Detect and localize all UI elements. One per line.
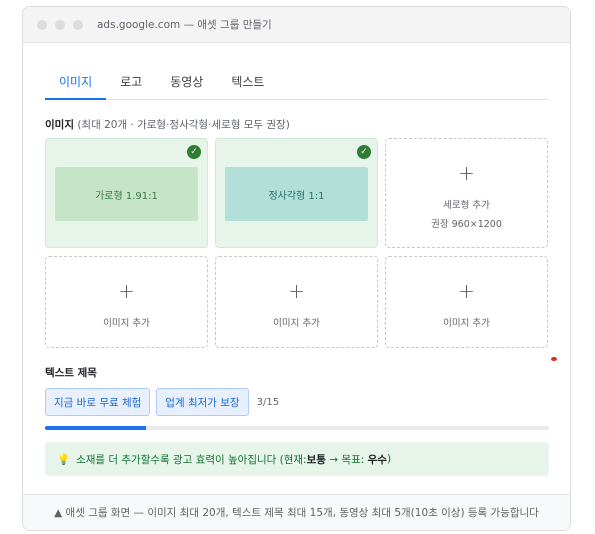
tip-suffix: ) xyxy=(386,453,392,465)
ad-strength-tip: 💡 소재를 더 추가할수록 광고 효력이 높아집니다 (현재: 보통 → 목표:… xyxy=(45,442,549,476)
footer-note: ▲ 애셋 그룹 화면 — 이미지 최대 20개, 텍스트 제목 최대 15개, … xyxy=(23,494,570,530)
add-portrait-recommendation: 권장 960×1200 xyxy=(431,219,502,230)
tab-logo[interactable]: 로고 xyxy=(106,67,156,100)
check-icon: ✓ xyxy=(187,145,201,159)
images-section-label: 이미지 (최대 20개 · 가로형·정사각형·세로형 모두 권장) xyxy=(45,117,290,132)
check-icon: ✓ xyxy=(357,145,371,159)
images-label-note: (최대 20개 · 가로형·정사각형·세로형 모두 권장) xyxy=(77,119,290,131)
image-tile-square[interactable]: ✓ 정사각형 1:1 xyxy=(215,138,378,248)
tab-images[interactable]: 이미지 xyxy=(45,67,107,100)
add-image-button[interactable]: + 이미지 추가 xyxy=(45,256,208,348)
text-title-progress-bar xyxy=(45,426,549,430)
image-thumbnail-landscape: 가로형 1.91:1 xyxy=(55,167,198,221)
plus-icon: + xyxy=(288,279,305,303)
browser-window: ads.google.com — 애셋 그룹 만들기 이미지 로고 동영상 텍스… xyxy=(22,6,571,531)
text-titles-label: 텍스트 제목 xyxy=(45,367,97,379)
text-title-chip[interactable]: 업계 최저가 보장 xyxy=(156,388,249,416)
tip-current-strength: 보통 xyxy=(306,453,326,466)
title-bar: ads.google.com — 애셋 그룹 만들기 xyxy=(23,7,570,43)
window-close-dot[interactable] xyxy=(37,19,47,30)
add-image-label: 이미지 추가 xyxy=(103,318,150,329)
lightbulb-icon: 💡 xyxy=(57,453,71,466)
plus-icon: + xyxy=(118,279,135,303)
add-image-button[interactable]: + 이미지 추가 xyxy=(385,256,548,348)
red-marker-dot xyxy=(551,357,557,361)
text-title-counter: 3/15 xyxy=(256,396,280,408)
add-image-label: 이미지 추가 xyxy=(443,318,490,329)
window-minimize-dot[interactable] xyxy=(55,19,65,30)
tab-text[interactable]: 텍스트 xyxy=(217,67,278,100)
image-tile-landscape[interactable]: ✓ 가로형 1.91:1 xyxy=(45,138,208,248)
image-thumbnail-square: 정사각형 1:1 xyxy=(225,167,368,221)
text-title-chips: 지금 바로 무료 체험 업계 최저가 보장 3/15 xyxy=(45,388,279,416)
add-portrait-button[interactable]: + 세로형 추가 권장 960×1200 xyxy=(385,138,548,248)
window-maximize-dot[interactable] xyxy=(73,19,83,30)
tab-bar: 이미지 로고 동영상 텍스트 xyxy=(45,67,549,100)
text-title-chip[interactable]: 지금 바로 무료 체험 xyxy=(45,388,151,416)
add-image-button[interactable]: + 이미지 추가 xyxy=(215,256,378,348)
plus-icon: + xyxy=(458,161,475,185)
tip-text-prefix: 소재를 더 추가할수록 광고 효력이 높아집니다 (현재: xyxy=(76,453,307,466)
tip-arrow-text: → 목표: xyxy=(325,453,368,466)
progress-fill xyxy=(45,426,146,430)
add-image-label: 이미지 추가 xyxy=(273,318,320,329)
add-portrait-label: 세로형 추가 xyxy=(443,200,490,211)
window-title: ads.google.com — 애셋 그룹 만들기 xyxy=(97,19,272,31)
tip-target-strength: 우수 xyxy=(367,453,387,466)
images-label: 이미지 xyxy=(45,119,74,131)
tab-video[interactable]: 동영상 xyxy=(156,67,217,100)
plus-icon: + xyxy=(458,279,475,303)
